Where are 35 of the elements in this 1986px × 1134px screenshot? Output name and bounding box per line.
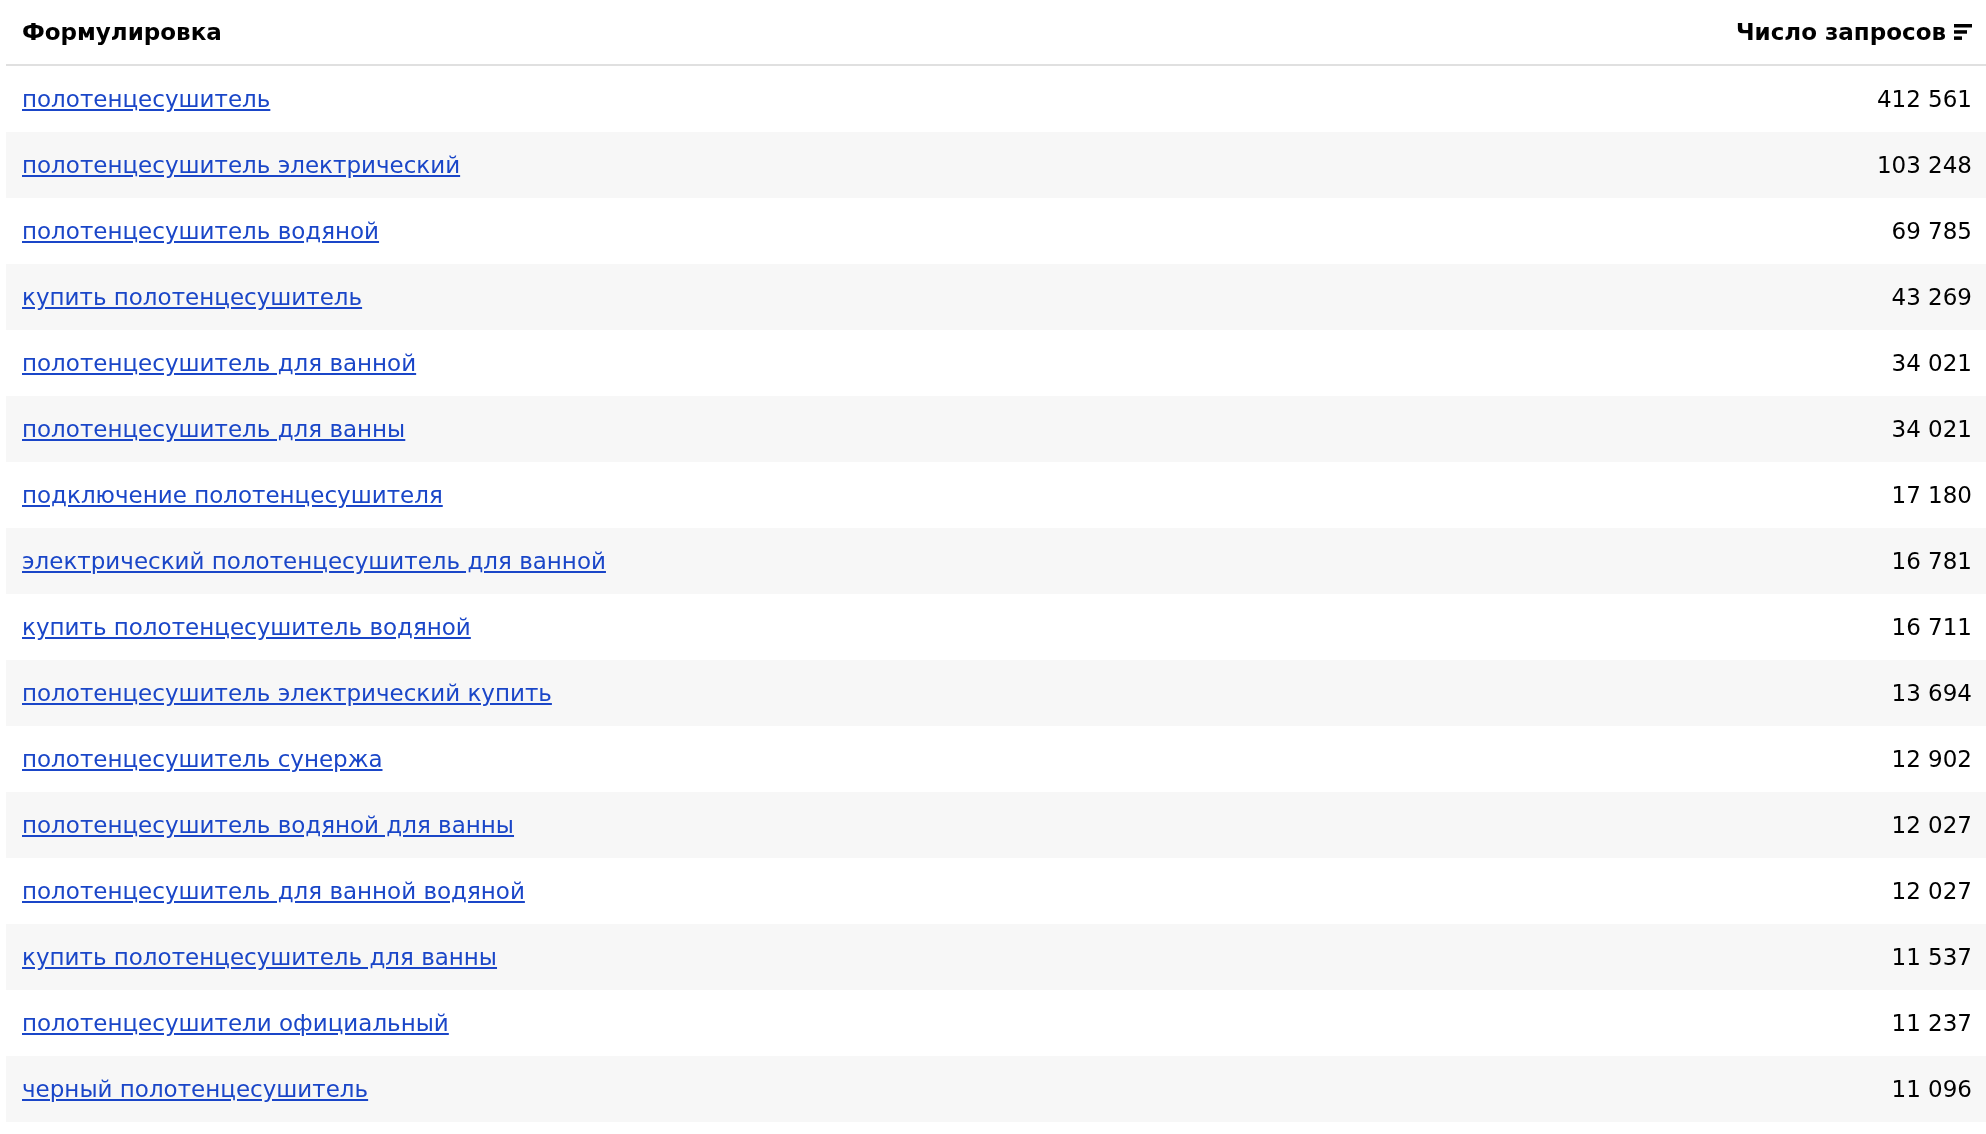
query-count: 412 561 — [1876, 86, 1972, 112]
sort-icon — [1954, 24, 1972, 40]
query-count: 43 269 — [1891, 284, 1972, 310]
query-count: 69 785 — [1891, 218, 1972, 244]
query-link[interactable]: электрический полотенцесушитель для ванной — [22, 548, 606, 574]
query-link[interactable]: купить полотенцесушитель для ванны — [22, 944, 498, 970]
query-count: 103 248 — [1876, 152, 1972, 178]
query-link[interactable]: полотенцесушители официальный — [22, 1010, 449, 1036]
query-count: 12 027 — [1891, 878, 1972, 904]
query-count: 11 096 — [1891, 1076, 1972, 1102]
query-count: 12 902 — [1891, 746, 1972, 772]
query-link[interactable]: полотенцесушитель электрический — [22, 152, 461, 178]
query-link[interactable]: полотенцесушитель водяной — [22, 218, 380, 244]
query-count: 12 027 — [1891, 812, 1972, 838]
query-count: 16 711 — [1891, 614, 1972, 640]
query-link[interactable]: купить полотенцесушитель — [22, 284, 363, 310]
query-link[interactable]: полотенцесушитель — [22, 86, 271, 112]
query-count: 13 694 — [1891, 680, 1972, 706]
query-count: 34 021 — [1891, 416, 1972, 442]
column-header: Формулировка — [22, 19, 222, 45]
query-count: 16 781 — [1891, 548, 1972, 574]
query-link[interactable]: полотенцесушитель для ванной — [22, 350, 417, 376]
query-link[interactable]: полотенцесушитель водяной для ванны — [22, 812, 514, 838]
query-link[interactable]: полотенцесушитель для ванны — [22, 416, 406, 442]
query-count: 34 021 — [1891, 350, 1972, 376]
query-link[interactable]: черный полотенцесушитель — [22, 1076, 369, 1102]
query-link[interactable]: подключение полотенцесушителя — [22, 482, 443, 508]
query-link[interactable]: полотенцесушитель для ванной водяной — [22, 878, 525, 904]
query-link[interactable]: купить полотенцесушитель водяной — [22, 614, 471, 640]
query-count: 11 237 — [1891, 1010, 1972, 1036]
query-count: 11 537 — [1891, 944, 1972, 970]
query-count: 17 180 — [1891, 482, 1972, 508]
sort-column-header[interactable]: Число запросов — [1735, 19, 1972, 45]
query-link[interactable]: полотенцесушитель электрический купить — [22, 680, 552, 706]
query-link[interactable]: полотенцесушитель сунержа — [22, 746, 383, 772]
